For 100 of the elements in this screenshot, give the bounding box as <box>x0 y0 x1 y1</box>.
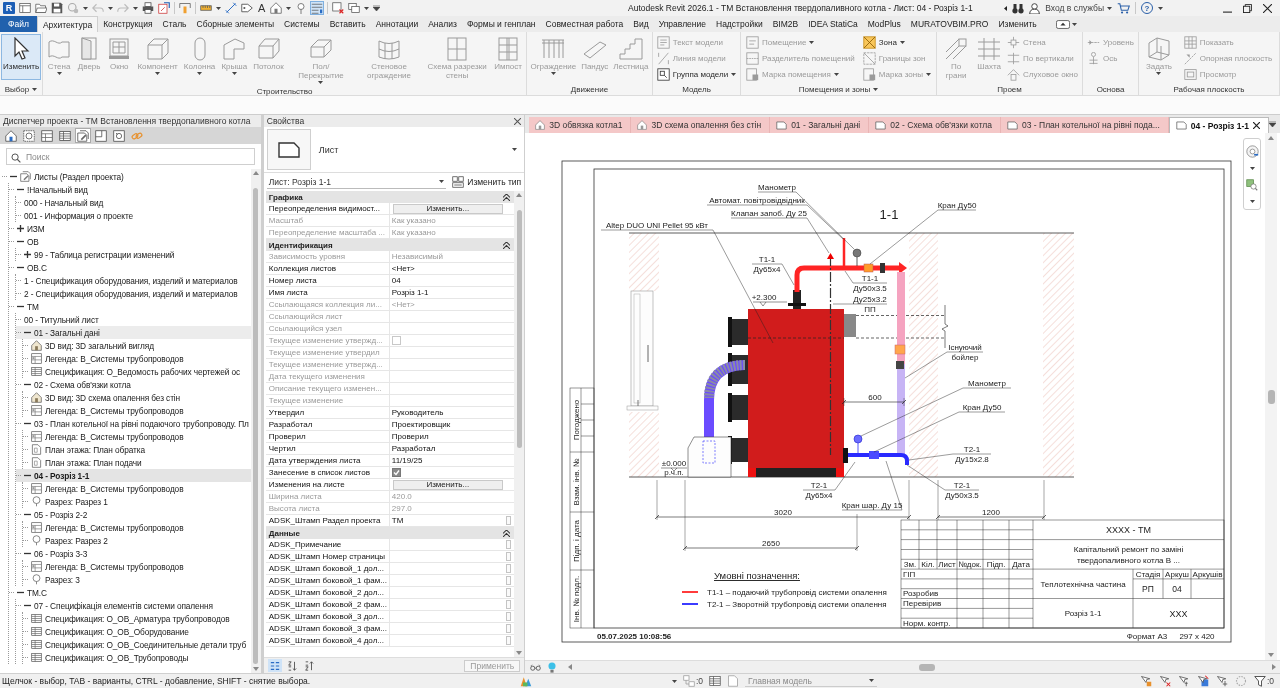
caret-icon[interactable] <box>512 148 518 151</box>
caret-icon[interactable] <box>108 6 113 10</box>
ribbon-tab[interactable]: Файл <box>0 16 37 32</box>
tree-item[interactable]: Легенда: В_Системы трубопроводов <box>23 430 251 443</box>
scroll-up-icon[interactable] <box>516 193 523 197</box>
scroll-right-icon[interactable] <box>1272 664 1276 670</box>
restore-icon[interactable] <box>1243 3 1252 13</box>
tree-item[interactable]: Легенда: В_Системы трубопроводов <box>23 521 251 534</box>
property-value[interactable]: Руководитель <box>389 407 504 419</box>
tree-item[interactable]: ТМ.С <box>9 586 251 599</box>
tree-item[interactable]: 99 - Таблица регистрации изменений <box>16 248 251 261</box>
collapse-icon[interactable] <box>24 511 31 518</box>
wheel-icon[interactable] <box>1245 145 1259 159</box>
ribbon-tab[interactable]: Аннотации <box>370 16 424 32</box>
customize-icon[interactable] <box>373 5 381 11</box>
tree-item[interactable]: Разрез: 3 <box>23 573 251 586</box>
tree-item[interactable]: План этажа: План обратка <box>23 443 251 456</box>
tree-item[interactable]: 03 - План котельної на рівні подаючого трубопроводу. Пл <box>16 417 251 430</box>
tree-item[interactable]: Разрез: Разрез 2 <box>23 534 251 547</box>
edit-type-button[interactable]: Изменить тип <box>452 176 522 188</box>
tree-item[interactable]: Листы (Раздел проекта) <box>2 170 251 183</box>
caret-icon[interactable] <box>83 6 88 10</box>
house-icon[interactable] <box>270 2 283 14</box>
switch-windows-icon[interactable] <box>348 2 361 14</box>
panel-label[interactable]: Помещения и зоны <box>741 83 936 95</box>
collapse-icon[interactable] <box>503 529 511 537</box>
view-tab[interactable]: 04 - Розріз 1-1 <box>1168 117 1269 133</box>
ribbon-tab[interactable]: Вставить <box>324 16 371 32</box>
caret-icon[interactable] <box>439 180 445 183</box>
caret-icon[interactable] <box>1158 6 1163 10</box>
folder-icon[interactable] <box>35 2 47 14</box>
ribbon-tab[interactable]: Конструкция <box>98 16 158 32</box>
scrollbar-thumb[interactable] <box>1267 389 1275 404</box>
print-icon[interactable] <box>142 2 154 14</box>
ribbon-button[interactable]: Группа модели <box>654 67 739 82</box>
collapse-icon[interactable] <box>503 241 511 249</box>
ribbon-tab[interactable]: MURATOVBIM.PRO <box>905 16 994 32</box>
tree-item[interactable]: Спецификация: О_ОВ_Соединительные детали труб <box>23 638 251 651</box>
caret-icon[interactable] <box>731 73 737 76</box>
ribbon-tab[interactable]: BIM2B <box>767 16 804 32</box>
ribbon-tab[interactable]: Вид <box>628 16 654 32</box>
panel-label[interactable]: Выбор <box>0 83 42 95</box>
ribbon-tab[interactable]: ModPlus <box>862 16 906 32</box>
tree-item[interactable]: План этажа: План подачи <box>23 456 251 469</box>
ribbon-tab[interactable]: Анализ <box>423 16 462 32</box>
ribbon-tab[interactable]: IDEA StatiCa <box>803 16 863 32</box>
view-type-button[interactable] <box>57 128 73 143</box>
ribbon-tab[interactable]: Надстройки <box>711 16 768 32</box>
view-type-button[interactable] <box>93 128 109 143</box>
marker-icon[interactable] <box>295 2 308 14</box>
caret-icon[interactable] <box>672 679 677 683</box>
caret-icon[interactable] <box>869 679 875 682</box>
tree-item[interactable]: Спецификация: О_ОВ_Арматура трубопроводов <box>23 612 251 625</box>
caret-icon[interactable] <box>1249 167 1255 171</box>
checkbox[interactable] <box>391 468 401 477</box>
collapse-icon[interactable] <box>10 173 17 180</box>
scrollbar-thumb[interactable] <box>919 663 936 671</box>
ribbon-button[interactable]: Изменить <box>1 34 42 80</box>
collapse-icon[interactable] <box>17 238 24 245</box>
property-value[interactable]: Проектировщик <box>389 419 504 431</box>
view-type-button[interactable] <box>39 128 55 143</box>
tree-item[interactable]: Спецификация: О_ОВ_Трубопроводы <box>23 651 251 664</box>
tree-item[interactable]: ОВ.С <box>9 261 251 274</box>
property-value[interactable]: Проверил <box>389 431 504 443</box>
categorize-button[interactable] <box>267 659 282 672</box>
tree-item[interactable]: 01 - Загальні дані <box>16 326 251 339</box>
ribbon-tab[interactable]: Сборные элементы <box>191 16 280 32</box>
edit-button[interactable]: Изменить... <box>392 203 503 214</box>
close-windows-icon[interactable] <box>332 2 345 14</box>
ribbon-tab[interactable]: Архитектура <box>36 16 99 32</box>
ribbon-tab[interactable]: Системы <box>279 16 325 32</box>
group-header[interactable]: Идентификация <box>265 239 515 251</box>
binoculars-icon[interactable] <box>1012 2 1025 14</box>
tree-item[interactable]: 00 - Титульний лист <box>16 313 251 326</box>
tag-icon[interactable] <box>241 2 253 14</box>
user-icon[interactable] <box>1029 2 1041 14</box>
caret-icon[interactable] <box>286 6 292 10</box>
glasses-icon[interactable] <box>530 663 542 671</box>
scroll-up-icon[interactable] <box>252 171 259 175</box>
expand-icon[interactable] <box>17 225 24 232</box>
property-value[interactable]: Разработал <box>389 443 504 455</box>
ribbon-toggle-icon[interactable] <box>1055 19 1070 29</box>
tree-item[interactable]: ИЗМ <box>9 222 251 235</box>
search-field[interactable]: Поиск <box>6 148 255 165</box>
edit-button[interactable]: Изменить... <box>392 479 503 490</box>
tree-item[interactable]: Спецификация: О_Ведомость рабочих чертежей ос <box>23 365 251 378</box>
caret-icon[interactable] <box>32 87 38 91</box>
window-icon[interactable] <box>19 2 31 14</box>
ribbon-tab[interactable]: Совместная работа <box>540 16 629 32</box>
caret-icon[interactable] <box>1107 6 1112 10</box>
property-value[interactable]: Розріз 1-1 <box>389 287 504 299</box>
bulb-icon[interactable] <box>548 661 557 673</box>
link-select-icon[interactable] <box>1139 675 1152 687</box>
collapse-icon[interactable] <box>17 264 24 271</box>
caret-icon[interactable] <box>216 6 221 10</box>
caret-icon[interactable] <box>1071 22 1077 26</box>
thin-lines-icon[interactable] <box>311 2 324 14</box>
ribbon-button[interactable]: Зона <box>860 35 933 50</box>
collapse-icon[interactable] <box>17 303 24 310</box>
align-icon[interactable] <box>179 2 191 14</box>
